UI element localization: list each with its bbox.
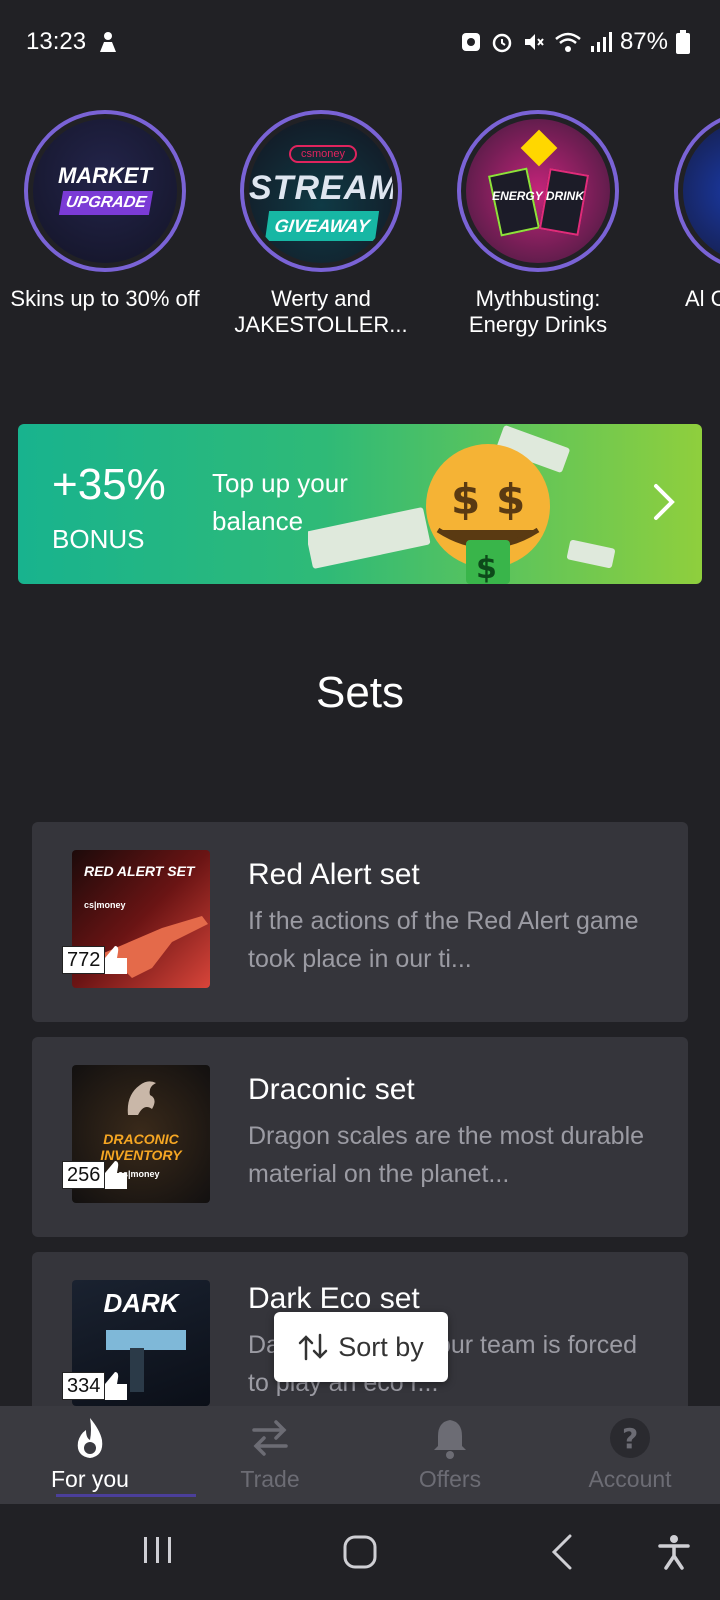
- thumbs-up-icon: [105, 1161, 128, 1189]
- flame-icon: [77, 1418, 103, 1458]
- mute-icon: [522, 30, 546, 54]
- story-ring: csmoney STREAM GIVEAWAY: [240, 110, 402, 272]
- tab-trade[interactable]: Trade: [180, 1406, 360, 1504]
- swap-arrows-icon: [252, 1420, 288, 1456]
- battery-percent: 87%: [619, 28, 668, 55]
- tab-offers[interactable]: Offers: [360, 1406, 540, 1504]
- set-card[interactable]: RED ALERT SET cs|money 772 Red Alert set…: [32, 822, 688, 1022]
- likes-count: 334: [62, 1372, 106, 1400]
- status-time: 13:23: [26, 28, 87, 55]
- story-caption: Al CS: [685, 286, 720, 311]
- status-left: 13:23: [26, 28, 120, 56]
- alarm-icon: [490, 30, 514, 54]
- dragon-icon: [127, 1081, 156, 1115]
- back-icon[interactable]: [550, 1534, 574, 1570]
- story-energy-drinks-image: ENERGY DRINK: [466, 119, 610, 263]
- status-bar: 13:23 87%: [0, 0, 720, 84]
- lightning-badge-icon: [520, 129, 558, 167]
- story-ring: ENERGY DRINK: [457, 110, 619, 272]
- signal-icon: [590, 31, 612, 53]
- thumbs-up-icon: [105, 946, 128, 974]
- thumbs-up-icon: [105, 1372, 128, 1400]
- tab-account[interactable]: ? Account: [540, 1406, 720, 1504]
- top-up-banner[interactable]: +35% BONUS Top up your balance $ $ $: [18, 424, 702, 584]
- sort-arrows-icon: [298, 1333, 328, 1361]
- bottom-tab-bar: For you Trade Offers ? Account: [0, 1406, 720, 1504]
- banner-percent: +35%: [52, 460, 166, 509]
- set-description: Dragon scales are the most durable mater…: [248, 1122, 645, 1188]
- set-title: Draconic set: [248, 1073, 415, 1106]
- story-item[interactable]: MARKET UPGRADE Skins up to 30% off: [5, 110, 205, 312]
- accessibility-icon[interactable]: [658, 1534, 690, 1570]
- svg-text:$: $: [476, 551, 497, 584]
- svg-text:$: $: [451, 475, 480, 524]
- set-title: Dark Eco set: [248, 1282, 420, 1315]
- story-item[interactable]: ENERGY DRINK Mythbusting: Energy Drinks: [438, 110, 638, 338]
- tab-label: Account: [588, 1466, 672, 1492]
- question-icon: ?: [610, 1418, 650, 1458]
- money-face-emoji-icon: $ $ $: [308, 425, 616, 584]
- story-stream-giveaway-image: csmoney STREAM GIVEAWAY: [249, 119, 393, 263]
- svg-text:?: ?: [622, 1422, 638, 1455]
- set-title: Red Alert set: [248, 858, 420, 891]
- chevron-right-icon: [654, 484, 675, 520]
- likes-count: 772: [62, 946, 106, 974]
- story-image: [683, 119, 720, 263]
- likes-count: 256: [62, 1161, 106, 1189]
- app-notification-icon: [460, 31, 482, 53]
- set-description: If the actions of the Red Alert game too…: [248, 907, 639, 973]
- tab-label: Trade: [240, 1466, 300, 1492]
- thumb-title: DARK: [103, 1288, 179, 1318]
- home-icon[interactable]: [342, 1534, 378, 1570]
- story-item[interactable]: Al CS: [655, 110, 720, 312]
- system-nav-bar: [0, 1504, 720, 1600]
- battery-icon: [676, 30, 690, 54]
- story-caption: Mythbusting: Energy Drinks: [468, 286, 608, 337]
- tab-label: For you: [51, 1466, 129, 1492]
- story-ring: [674, 110, 720, 272]
- likes-badge: 772: [62, 944, 129, 974]
- story-caption: Skins up to 30% off: [10, 286, 200, 311]
- thumb-title: RED ALERT SET: [84, 863, 195, 879]
- story-art-subtitle: UPGRADE: [58, 191, 154, 215]
- tab-for-you[interactable]: For you: [0, 1406, 180, 1504]
- wifi-icon: [554, 30, 582, 54]
- active-tab-indicator: [56, 1494, 196, 1497]
- notification-person-icon: [96, 30, 120, 54]
- story-caption: Werty and JAKESTOLLER...: [234, 286, 408, 337]
- stories-carousel[interactable]: MARKET UPGRADE Skins up to 30% off csmon…: [0, 110, 720, 370]
- bell-icon: [434, 1420, 466, 1459]
- tab-label: Offers: [418, 1466, 482, 1492]
- status-right: 87%: [460, 28, 690, 56]
- story-art-subtitle: GIVEAWAY: [264, 211, 380, 241]
- section-title: Sets: [315, 668, 405, 717]
- story-art-title: MARKET: [57, 163, 153, 188]
- banner-bonus: BONUS: [52, 524, 145, 554]
- story-art-title: ENERGY DRINK: [492, 189, 584, 203]
- story-ring: MARKET UPGRADE: [24, 110, 186, 272]
- story-item[interactable]: csmoney STREAM GIVEAWAY Werty and JAKEST…: [221, 110, 421, 338]
- story-market-upgrade-image: MARKET UPGRADE: [33, 119, 177, 263]
- sort-by-label: Sort by: [338, 1331, 424, 1362]
- likes-badge: 256: [62, 1159, 129, 1189]
- set-card[interactable]: DRACONIC INVENTORY cs|money 256 Draconic…: [32, 1037, 688, 1237]
- likes-badge: 334: [62, 1370, 129, 1400]
- recent-apps-icon[interactable]: [142, 1534, 174, 1566]
- svg-text:$: $: [496, 475, 525, 524]
- sort-by-button[interactable]: Sort by: [274, 1312, 448, 1382]
- story-art-badge: csmoney: [289, 145, 357, 163]
- story-art-title: STREAM: [249, 169, 393, 207]
